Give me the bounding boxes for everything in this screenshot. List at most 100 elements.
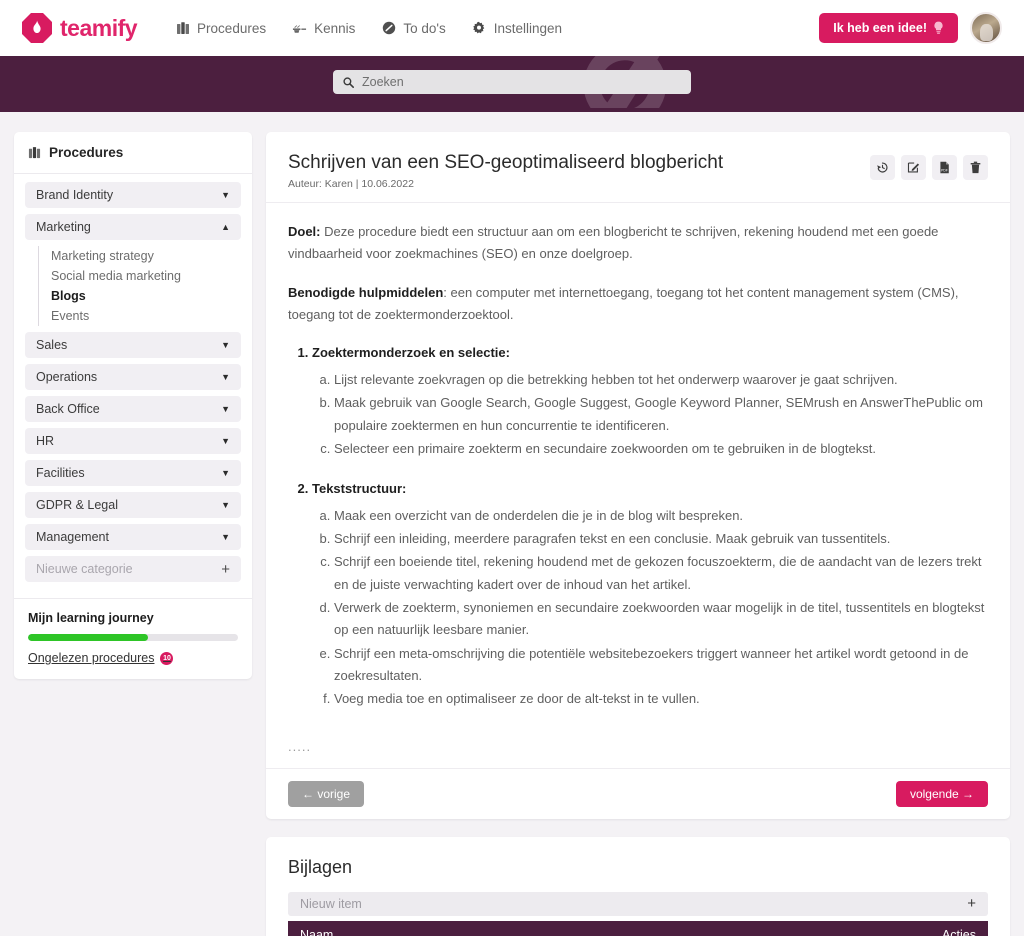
category-list: Brand Identity ▼ Marketing ▲ Marketing s… (14, 174, 252, 598)
procedure-resources-paragraph: Benodigde hulpmiddelen: een computer met… (288, 282, 988, 327)
procedures-icon (175, 21, 190, 36)
sub-step-list: Maak een overzicht van de onderdelen die… (312, 505, 988, 711)
sidebar-title: Procedures (49, 145, 124, 160)
new-category-placeholder: Nieuwe categorie (36, 562, 133, 576)
sub-step-item: Selecteer een primaire zoekterm en secun… (334, 438, 988, 460)
category-label: Management (36, 530, 109, 544)
sidebar-category-gdpr-legal[interactable]: GDPR & Legal ▼ (25, 492, 241, 518)
nav-item-procedures[interactable]: Procedures (175, 21, 266, 36)
category-label: Operations (36, 370, 98, 384)
attachments-title: Bijlagen (288, 856, 353, 877)
unread-procedures-label: Ongelezen procedures (28, 651, 155, 665)
chevron-down-icon: ▼ (221, 404, 230, 414)
idea-button-label: Ik heb een idee! (833, 21, 927, 35)
lightbulb-icon (933, 21, 944, 35)
sidebar-category-marketing[interactable]: Marketing ▲ (25, 214, 241, 240)
table-header-row: Naam Acties (288, 920, 988, 936)
sidebar-item-blogs[interactable]: Blogs (51, 286, 241, 306)
sidebar-category-hr[interactable]: HR ▼ (25, 428, 241, 454)
previous-button[interactable]: ← vorige (288, 780, 365, 807)
step-item: Zoektermonderzoek en selectie: Lijst rel… (312, 342, 988, 460)
procedures-icon (28, 146, 41, 159)
sidebar-item-events[interactable]: Events (51, 306, 241, 326)
sub-step-item: Voeg media toe en optimaliseer ze door d… (334, 688, 988, 710)
resources-label: Benodigde hulpmiddelen (288, 284, 444, 300)
column-header-name: Naam (288, 920, 789, 936)
nav-label: To do's (403, 20, 446, 36)
sidebar-header: Procedures (14, 132, 252, 174)
sidebar-category-operations[interactable]: Operations ▼ (25, 364, 241, 390)
step-item: Tekststructuur: Maak een overzicht van d… (312, 478, 988, 711)
learning-journey-title: Mijn learning journey (28, 611, 154, 625)
goal-text: Deze procedure biedt een structuur aan o… (288, 224, 939, 262)
plus-icon[interactable]: + (221, 561, 230, 578)
history-icon (876, 161, 889, 174)
unread-count-badge: 10 (160, 651, 174, 665)
category-label: GDPR & Legal (36, 498, 118, 512)
search-band: Zoeken (0, 56, 1024, 108)
search-placeholder: Zoeken (362, 75, 404, 89)
sub-step-item: Lijst relevante zoekvragen op die betrek… (334, 369, 988, 391)
attachments-table-head: Naam Acties (288, 920, 988, 936)
chevron-down-icon: ▼ (221, 532, 230, 542)
delete-button[interactable] (963, 155, 988, 180)
todo-circle-icon (381, 21, 396, 36)
plus-icon[interactable]: + (967, 895, 976, 912)
chevron-down-icon: ▼ (221, 436, 230, 446)
attachments-table: Naam Acties Zoektermonderzoek [Word-sjab… (288, 920, 988, 936)
chevron-down-icon: ▼ (221, 500, 230, 510)
content-truncation: ..... (288, 738, 312, 754)
trash-icon (969, 161, 982, 174)
progress-fill (28, 634, 148, 641)
procedure-meta: Auteur: Karen | 10.06.2022 (288, 178, 414, 190)
sidebar-category-facilities[interactable]: Facilities ▼ (25, 460, 241, 486)
page-title: Schrijven van een SEO-geoptimaliseerd bl… (288, 152, 724, 173)
pdf-button[interactable]: PDF (932, 155, 957, 180)
chevron-up-icon: ▲ (221, 222, 230, 232)
edit-button[interactable] (901, 155, 926, 180)
top-navigation-bar: teamify Procedures Kennis To do's Instel… (0, 0, 1024, 56)
unread-procedures-link[interactable]: Ongelezen procedures 10 (28, 651, 238, 665)
sub-step-list: Lijst relevante zoekvragen op die betrek… (312, 369, 988, 460)
sub-step-item: Verwerk de zoekterm, synoniemen en secun… (334, 597, 988, 642)
procedure-goal-paragraph: Doel: Deze procedure biedt een structuur… (288, 221, 988, 266)
book-stack-icon (292, 21, 307, 36)
sidebar-item-social-media-marketing[interactable]: Social media marketing (51, 266, 241, 286)
category-label: HR (36, 434, 55, 448)
category-label: Brand Identity (36, 188, 114, 202)
user-avatar[interactable] (970, 12, 1002, 44)
procedure-title-block: Schrijven van een SEO-geoptimaliseerd bl… (288, 152, 723, 190)
category-label: Back Office (36, 402, 100, 416)
new-category-input[interactable]: Nieuwe categorie + (25, 556, 241, 582)
idea-button[interactable]: Ik heb een idee! (819, 13, 958, 43)
category-label: Facilities (36, 466, 85, 480)
logo-wordmark: teamify (60, 14, 138, 41)
procedure-action-buttons: PDF (870, 152, 988, 180)
sidebar-category-management[interactable]: Management ▼ (25, 524, 241, 550)
chevron-down-icon: ▼ (221, 340, 230, 350)
nav-item-kennis[interactable]: Kennis (292, 21, 355, 36)
sub-step-item: Schrijf een meta-omschrijving die potent… (334, 643, 988, 688)
sidebar-category-back-office[interactable]: Back Office ▼ (25, 396, 241, 422)
app-logo[interactable]: teamify (22, 13, 138, 43)
sidebar-subcategory-list: Marketing strategy Social media marketin… (38, 246, 241, 326)
new-attachment-input[interactable]: Nieuw item + (288, 891, 988, 916)
nav-item-todos[interactable]: To do's (381, 20, 446, 36)
nav-label: Kennis (314, 20, 356, 36)
search-icon (343, 76, 354, 88)
history-button[interactable] (870, 155, 895, 180)
procedure-pagination: ← vorige volgende → (266, 767, 1010, 819)
sidebar-item-marketing-strategy[interactable]: Marketing strategy (51, 246, 241, 266)
search-input[interactable]: Zoeken (333, 70, 691, 94)
sidebar-category-sales[interactable]: Sales ▼ (25, 332, 241, 358)
next-button[interactable]: volgende → (895, 780, 988, 807)
learning-journey-panel: Mijn learning journey Ongelezen procedur… (14, 598, 252, 679)
nav-item-instellingen[interactable]: Instellingen (472, 21, 562, 36)
procedure-body: Doel: Deze procedure biedt een structuur… (266, 202, 1010, 768)
chevron-down-icon: ▼ (221, 190, 230, 200)
sidebar: Procedures Brand Identity ▼ Marketing ▲ … (14, 132, 252, 679)
main-nav: Procedures Kennis To do's Instellingen (175, 21, 562, 36)
category-label: Marketing (36, 220, 91, 234)
sub-step-item: Schrijf een boeiende titel, rekening hou… (334, 551, 988, 596)
sidebar-category-brand-identity[interactable]: Brand Identity ▼ (25, 182, 241, 208)
